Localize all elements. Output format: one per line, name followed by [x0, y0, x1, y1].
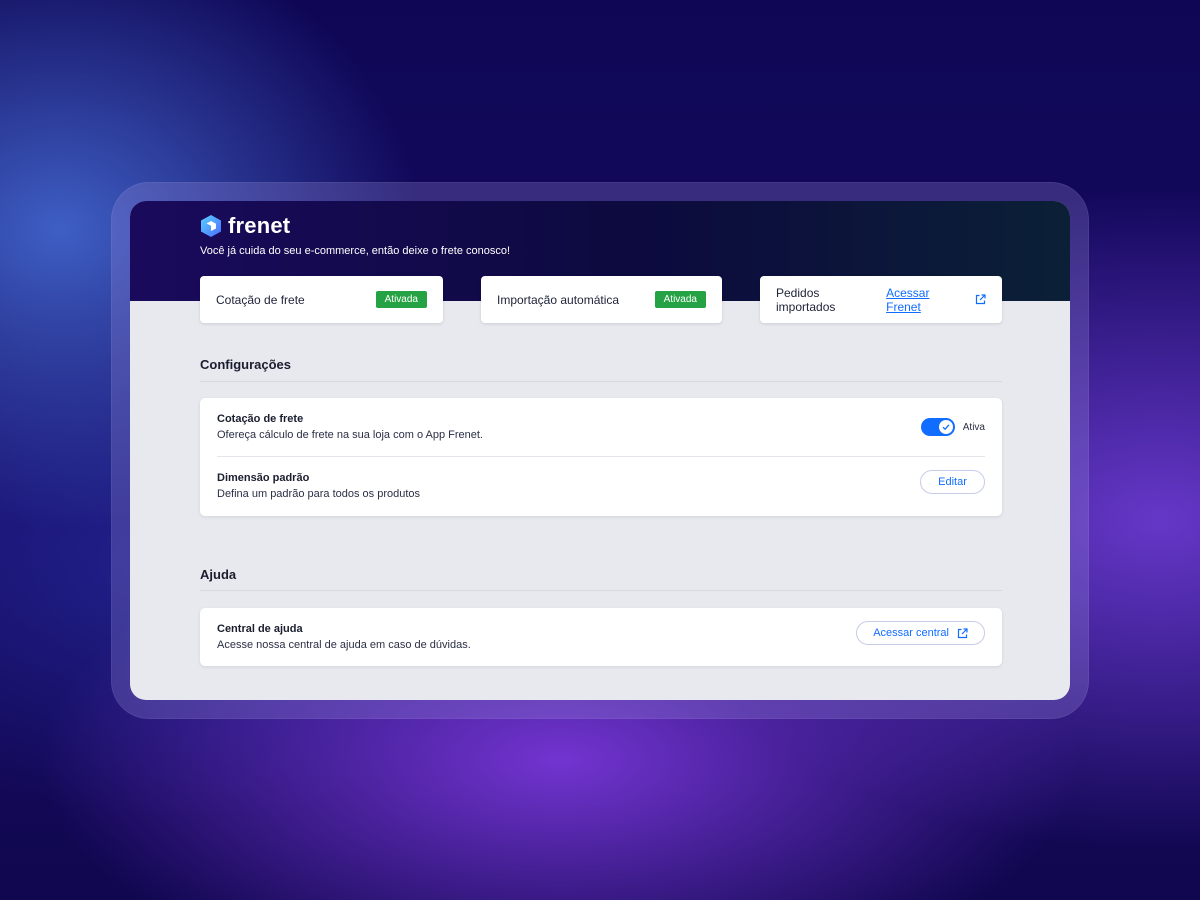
status-label: Cotação de frete	[216, 292, 305, 307]
external-link-icon[interactable]	[975, 294, 986, 305]
row-title: Cotação de frete	[217, 413, 304, 425]
access-frenet-link[interactable]: Acessar Frenet	[886, 286, 966, 314]
check-icon	[942, 424, 950, 431]
row-description: Ofereça cálculo de frete na sua loja com…	[217, 429, 483, 441]
external-link-icon	[957, 627, 968, 639]
frenet-logo: frenet	[200, 213, 290, 239]
setting-row-default-dimension: Dimensão padrão Defina um padrão para to…	[217, 470, 985, 502]
status-card-auto-import: Importação automática Ativada	[481, 276, 722, 323]
hexagon-logo-icon	[200, 214, 222, 238]
status-card-imported-orders: Pedidos importados Acessar Frenet	[760, 276, 1002, 323]
toggle-knob	[938, 420, 953, 434]
shipping-quote-toggle[interactable]	[920, 418, 955, 436]
status-card-shipping-quote: Cotação de frete Ativada	[200, 276, 443, 323]
shipping-quote-toggle-group: Ativa	[920, 418, 985, 436]
setting-row-shipping-quote: Cotação de frete Ofereça cálculo de fret…	[217, 411, 985, 443]
access-help-center-button[interactable]: Acessar central	[856, 621, 985, 645]
status-badge: Ativada	[375, 291, 427, 308]
divider	[200, 590, 1002, 591]
row-title: Dimensão padrão	[217, 472, 310, 484]
app-window: frenet Você já cuida do seu e-commerce, …	[130, 201, 1070, 700]
status-badge: Ativada	[654, 291, 706, 308]
logo-text: frenet	[228, 213, 291, 238]
settings-panel: Cotação de frete Ofereça cálculo de fret…	[200, 398, 1002, 516]
status-label: Importação automática	[497, 292, 620, 307]
toggle-label: Ativa	[962, 421, 985, 433]
edit-button-label: Editar	[938, 476, 967, 488]
divider	[200, 381, 1002, 382]
row-divider	[217, 456, 985, 457]
status-label: Pedidos importados	[776, 285, 836, 314]
section-title-settings: Configurações	[200, 357, 292, 372]
edit-button[interactable]: Editar	[920, 470, 985, 494]
access-help-center-label: Acessar central	[873, 627, 949, 639]
row-description: Defina um padrão para todos os produtos	[217, 488, 421, 500]
tagline: Você já cuida do seu e-commerce, então d…	[200, 245, 511, 257]
help-panel: Central de ajuda Acesse nossa central de…	[200, 608, 1002, 666]
section-title-help: Ajuda	[200, 567, 237, 582]
